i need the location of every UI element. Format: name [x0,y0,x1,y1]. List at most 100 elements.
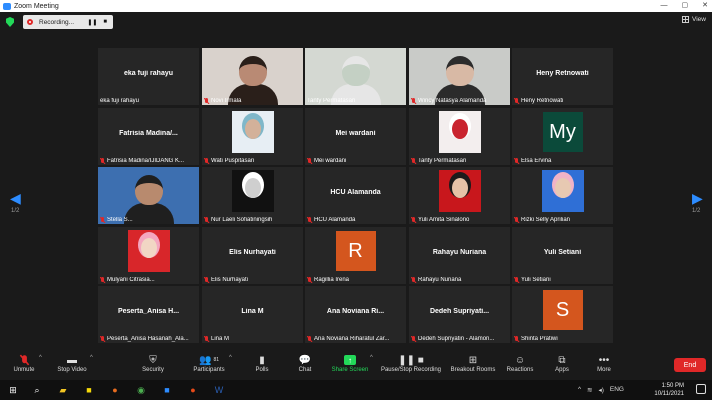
word-icon[interactable]: W [212,383,226,397]
breakout-rooms-label: Breakout Rooms [450,367,496,373]
participant-tile[interactable]: Wati Puspitasari [202,108,303,165]
participant-tile[interactable]: Yuli Amita Sinalono [409,167,510,224]
profile-face [244,119,261,139]
participant-tile[interactable]: Mei wardani Mei wardani [305,108,406,165]
participant-tile[interactable]: R Ragillia Irena [305,227,406,284]
minimize-button[interactable]: — [661,0,668,12]
participant-display-name: Fatrisia Madina/... [119,130,178,137]
windows-start-icon[interactable]: ⊞ [6,383,20,397]
participant-tile[interactable]: Yuli Setiani Yuli Setiani [512,227,613,284]
more-button[interactable]: ••• More [594,353,614,374]
wifi-icon[interactable]: ≋ [587,386,592,394]
participant-tile[interactable]: Rahayu Nuriana Rahayu Nuriana [409,227,510,284]
clock[interactable]: 1:50 PM 10/11/2021 [654,382,684,398]
sticky-notes-icon[interactable]: ■ [82,383,96,397]
muted-microphone-icon [411,158,416,164]
avatar: My [542,112,583,152]
profile-photo [127,230,170,272]
participant-tile[interactable]: Rizki Selly Aprilian [512,167,613,224]
participant-tile[interactable]: Elis Nurhayati Elis Nurhayati [202,227,303,284]
participant-tile[interactable]: HCU Alamanda HCU Alamanda [305,167,406,224]
recording-label: Recording... [39,18,75,26]
zoom-taskbar-icon[interactable]: ■ [160,383,174,397]
participant-name: Novi Irmala [211,98,242,104]
muted-microphone-icon [10,353,38,367]
participant-tile[interactable]: Lina M Lina M [202,286,303,343]
participant-tile[interactable]: Stella S... [98,167,199,224]
participant-name: Rahayu Nuriana [418,277,462,283]
reactions-button[interactable]: ☺ Reactions [505,353,535,374]
participant-tile[interactable]: Peserta_Anisa H... Peserta_Anisa Hasanah_… [98,286,199,343]
apps-button[interactable]: ⧉ Apps [553,353,571,374]
participants-button[interactable]: 👥 81 Participants [190,353,228,374]
muted-microphone-icon [307,336,312,342]
participant-tile[interactable]: eka fuji rahayu eka fuji rahayu [98,48,199,105]
firefox-icon[interactable]: ● [108,383,122,397]
clock-date: 10/11/2021 [654,391,684,397]
recording-indicator: Recording... ❚❚ ■ [23,15,113,29]
participant-video [98,167,199,224]
breakout-rooms-button[interactable]: ⊞ Breakout Rooms [449,353,497,374]
close-button[interactable]: ✕ [702,0,708,12]
pause-stop-recording-button[interactable]: ❚❚ ■ Pause/Stop Recording [380,353,442,374]
unmute-button[interactable]: Unmute [10,353,38,373]
pause-recording-button[interactable]: ❚❚ [87,19,97,26]
muted-microphone-icon [204,277,209,283]
share-screen-arrow-icon: ↑ [344,355,356,365]
participant-tile[interactable]: Heny Retnowati Heny Retnowati [512,48,613,105]
muted-microphone-icon [411,277,416,283]
polls-button[interactable]: ▮ Polls [250,353,274,374]
video-options-caret-icon[interactable]: ^ [90,355,93,361]
participants-caret-icon[interactable]: ^ [229,355,232,361]
previous-page-arrow-icon[interactable]: ◀ [10,190,21,207]
participant-tile[interactable]: Ana Noviana Ri... Ana Noviana Riharatul Z… [305,286,406,343]
clock-time: 1:50 PM [661,383,684,389]
view-label: View [692,16,706,23]
participant-name: Mei wardani [314,158,347,164]
breakout-rooms-grid-icon: ⊞ [468,354,478,366]
participant-display-name: eka fuji rahayu [123,70,174,77]
pause-stop-recording-label: Pause/Stop Recording [380,367,442,373]
participant-tile[interactable]: Fatrisia Madina/... Fatrisia Madina/IJIDA… [98,108,199,165]
share-screen-button[interactable]: ↑ Share Screen [331,353,369,373]
participant-tile[interactable]: Dedeh Supriyati... Dedeh Supriyatin - Ala… [409,286,510,343]
stop-video-button[interactable]: ▬ Stop Video [55,353,89,374]
avatar: S [542,290,583,330]
participant-tile[interactable]: My Elsa Ervina [512,108,613,165]
stop-recording-button[interactable]: ■ [103,19,107,25]
maximize-button[interactable]: ▢ [682,0,689,12]
notification-icon[interactable] [696,384,706,394]
participant-tile[interactable]: Novi Irmala [202,48,303,105]
search-icon[interactable]: ⌕ [30,383,44,397]
audio-options-caret-icon[interactable]: ^ [39,355,42,361]
participant-display-name: Elis Nurhayati [229,249,276,256]
polls-label: Polls [255,367,269,373]
security-button[interactable]: ⛨ Security [138,353,168,374]
chat-button[interactable]: 💬 Chat [294,353,316,374]
share-screen-label: Share Screen [331,367,369,373]
security-shield-icon[interactable] [6,17,14,27]
muted-microphone-icon [307,277,312,283]
participant-tile[interactable]: Tanty Permatasari [305,48,406,105]
view-button[interactable]: View [682,16,706,23]
participant-tile[interactable]: Tanty Permatasari [409,108,510,165]
grid-view-icon [682,16,690,23]
chrome-icon[interactable]: ◉ [134,383,148,397]
language-indicator[interactable]: ENG [610,386,624,394]
participant-tile[interactable]: S Shinta Pratiwi [512,286,613,343]
more-dots-icon: ••• [598,354,610,366]
participant-tile[interactable]: Nur Laeli Sofiatiningsih [202,167,303,224]
participant-nameplate: Ana Noviana Riharatul Zar... [307,336,404,342]
next-page-arrow-icon[interactable]: ▶ [692,190,703,207]
participant-tile[interactable]: Wincy Natasya Alamanda [409,48,510,105]
file-explorer-icon[interactable]: ▰ [56,383,70,397]
participants-label: Participants [193,367,225,373]
end-meeting-button[interactable]: End [674,358,706,372]
tray-overflow-icon[interactable]: ^ [578,386,581,394]
powerpoint-icon[interactable]: ● [186,383,200,397]
participant-nameplate: Rahayu Nuriana [411,277,508,283]
volume-icon[interactable]: ◂) [598,386,603,394]
participant-figure [134,175,163,205]
participant-tile[interactable]: Mulyani Citrasia... [98,227,199,284]
share-options-caret-icon[interactable]: ^ [370,355,373,361]
